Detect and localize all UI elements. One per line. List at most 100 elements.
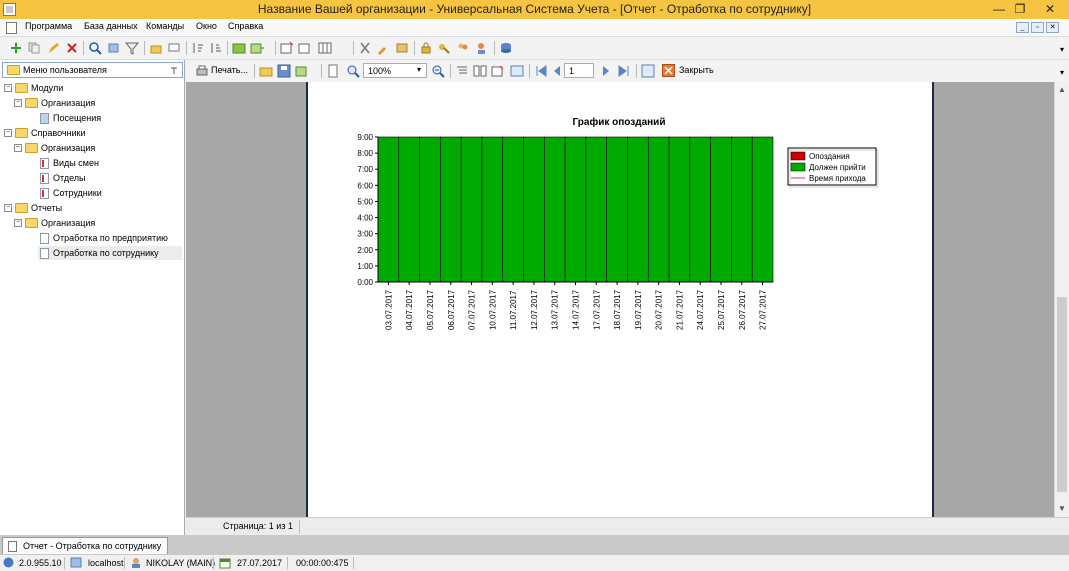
bar-should-arrive: [502, 136, 524, 283]
zoom-select[interactable]: 100% ▾: [363, 63, 427, 78]
user-icon: [132, 558, 140, 568]
mdi-restore-button[interactable]: ▫: [1031, 22, 1044, 33]
page-settings-icon[interactable]: [510, 64, 524, 78]
delete-icon[interactable]: [65, 41, 79, 55]
user-settings-icon[interactable]: [475, 41, 489, 55]
save-icon[interactable]: [277, 64, 291, 78]
comment-icon[interactable]: [167, 41, 181, 55]
key-icon[interactable]: [437, 41, 451, 55]
tree-item-employees[interactable]: Сотрудники: [38, 186, 182, 200]
columns-icon[interactable]: [318, 41, 332, 55]
tree-item-visits[interactable]: Посещения: [38, 111, 182, 125]
new-window-icon[interactable]: [280, 41, 294, 55]
report-toolbar-overflow-icon[interactable]: ▾: [1060, 68, 1064, 77]
folder-icon: [25, 218, 38, 228]
user-text: NIKOLAY (MAIN): [146, 558, 216, 568]
tree-item-modules[interactable]: − Модули: [4, 81, 182, 95]
tree-item-organization-directories[interactable]: − Организация: [14, 141, 182, 155]
search-icon[interactable]: [88, 41, 102, 55]
menu-window[interactable]: Окно: [196, 21, 217, 31]
copy-icon[interactable]: [27, 41, 41, 55]
tree-item-reports[interactable]: − Отчеты: [4, 201, 182, 215]
open-folder-icon[interactable]: [259, 64, 273, 78]
document-icon: [40, 113, 49, 124]
scroll-up-icon[interactable]: ▲: [1057, 85, 1067, 94]
menu-help[interactable]: Справка: [228, 21, 263, 31]
scroll-down-icon[interactable]: ▼: [1057, 504, 1067, 513]
tab-employee-report[interactable]: Отчет - Отработка по сотруднику: [2, 537, 168, 554]
zoom-out-icon[interactable]: [431, 64, 445, 78]
bar-should-arrive: [544, 136, 566, 283]
filter-icon[interactable]: [125, 41, 139, 55]
export-icon[interactable]: [250, 41, 264, 55]
cut-icon[interactable]: [358, 41, 372, 55]
database-icon[interactable]: [499, 41, 513, 55]
page-number-input[interactable]: 1: [564, 63, 594, 78]
report-toolbar: Печать... 100% ▾ 1 Закрыть ▾: [186, 60, 1069, 83]
tree-item-departments[interactable]: Отделы: [38, 171, 182, 185]
restore-button[interactable]: ❐: [1003, 0, 1037, 19]
image-icon[interactable]: [232, 41, 246, 55]
menu-database[interactable]: База данных: [84, 21, 138, 31]
open-window-icon[interactable]: [298, 41, 312, 55]
y-tick-label: 1:00: [357, 262, 373, 271]
mdi-minimize-button[interactable]: _: [1016, 22, 1029, 33]
close-report-button[interactable]: Закрыть: [662, 63, 722, 79]
outline-icon[interactable]: [455, 64, 469, 78]
pin-icon[interactable]: [169, 65, 179, 75]
collapse-icon[interactable]: −: [4, 204, 12, 212]
user-menu-panel: Меню пользователя − Модули − Организация…: [0, 60, 185, 535]
add-icon[interactable]: [9, 41, 23, 55]
toolbar-overflow-icon[interactable]: ▾: [1060, 45, 1064, 54]
collapse-icon[interactable]: −: [14, 144, 22, 152]
menu-commands[interactable]: Команды: [146, 21, 184, 31]
lock-icon[interactable]: [419, 41, 433, 55]
scroll-thumb[interactable]: [1057, 297, 1067, 492]
find-next-icon[interactable]: [107, 41, 121, 55]
page-setup-icon[interactable]: [326, 64, 340, 78]
first-page-icon[interactable]: [534, 64, 548, 78]
users-icon[interactable]: [456, 41, 470, 55]
vertical-scrollbar[interactable]: ▲ ▼: [1054, 82, 1069, 517]
app-status-icon: [3, 557, 14, 568]
tree-item-organization-modules[interactable]: − Организация: [14, 96, 182, 110]
print-button[interactable]: Печать...: [195, 63, 255, 79]
tree-item-label: Посещения: [53, 113, 102, 123]
collapse-icon[interactable]: −: [14, 219, 22, 227]
tree-item-directories[interactable]: − Справочники: [4, 126, 182, 140]
tree-item-enterprise-report[interactable]: Отработка по предприятию: [38, 231, 182, 245]
menu-bar: Программа База данных Команды Окно Справ…: [0, 19, 1069, 37]
x-tick-label: 26.07.2017: [738, 289, 747, 330]
prev-page-icon[interactable]: [550, 64, 564, 78]
page-status: Страница: 1 из 1: [223, 521, 293, 531]
close-window-button[interactable]: ✕: [1033, 0, 1067, 19]
mdi-close-button[interactable]: ✕: [1046, 22, 1059, 33]
menu-program[interactable]: Программа: [25, 21, 72, 31]
two-pages-icon[interactable]: [473, 64, 487, 78]
last-page-icon[interactable]: [617, 64, 631, 78]
tools-icon[interactable]: [376, 41, 390, 55]
sort-asc-icon[interactable]: [191, 41, 205, 55]
x-tick-label: 04.07.2017: [405, 289, 414, 330]
tree-item-label: Справочники: [31, 128, 86, 138]
bar-should-arrive: [689, 136, 711, 283]
x-tick-label: 24.07.2017: [696, 289, 705, 330]
collapse-icon[interactable]: −: [14, 99, 22, 107]
tree-item-shift-types[interactable]: Виды смен: [38, 156, 182, 170]
tree-item-employee-report[interactable]: Отработка по сотруднику: [38, 246, 182, 260]
print-label: Печать...: [211, 65, 248, 75]
collapse-icon[interactable]: −: [4, 129, 12, 137]
import-icon[interactable]: [149, 41, 163, 55]
collapse-icon[interactable]: −: [4, 84, 12, 92]
edit-page-icon[interactable]: [491, 64, 505, 78]
tree-item-organization-reports[interactable]: − Организация: [14, 216, 182, 230]
export-report-icon[interactable]: [295, 64, 309, 78]
refresh-icon[interactable]: [641, 64, 655, 78]
edit-icon[interactable]: [47, 41, 61, 55]
tree-item-label: Отделы: [53, 173, 86, 183]
note-icon[interactable]: [395, 41, 409, 55]
sort-desc-icon[interactable]: [209, 41, 223, 55]
user-menu-header: Меню пользователя: [2, 62, 183, 78]
zoom-icon[interactable]: [346, 64, 360, 78]
next-page-icon[interactable]: [599, 64, 613, 78]
